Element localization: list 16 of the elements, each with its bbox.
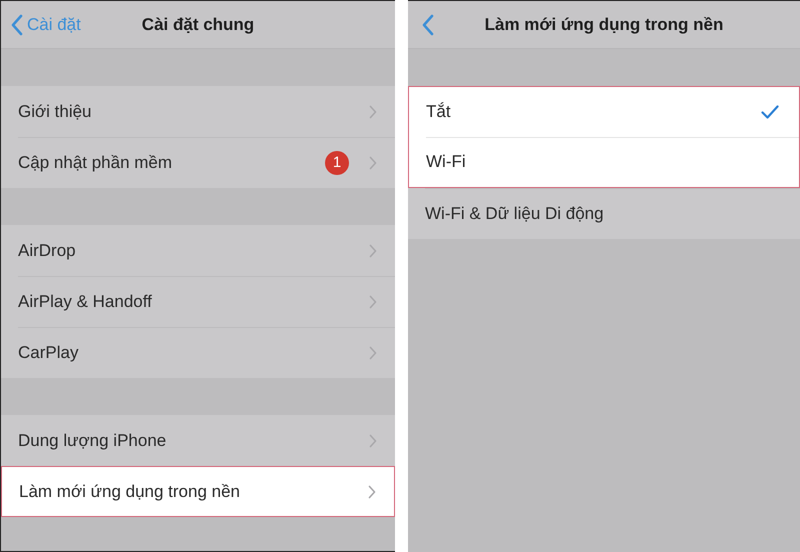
settings-row[interactable]: Làm mới ứng dụng trong nền	[1, 466, 395, 517]
checkmark-icon	[761, 105, 779, 119]
chevron-left-icon	[422, 14, 434, 36]
screen-title: Cài đặt chung	[142, 14, 254, 34]
chevron-right-icon	[369, 434, 377, 448]
screen-title: Làm mới ứng dụng trong nền	[484, 14, 724, 34]
option-row[interactable]: Tắt	[408, 86, 800, 137]
chevron-left-icon	[11, 14, 23, 36]
chevron-right-icon	[369, 156, 377, 170]
chevron-right-icon	[369, 244, 377, 258]
chevron-right-icon	[368, 484, 376, 498]
chevron-right-icon	[369, 346, 377, 360]
option-row[interactable]: Wi-Fi	[408, 137, 800, 188]
chevron-right-icon	[369, 294, 377, 308]
chevron-right-icon	[369, 104, 377, 118]
notification-badge: 1	[325, 150, 349, 174]
